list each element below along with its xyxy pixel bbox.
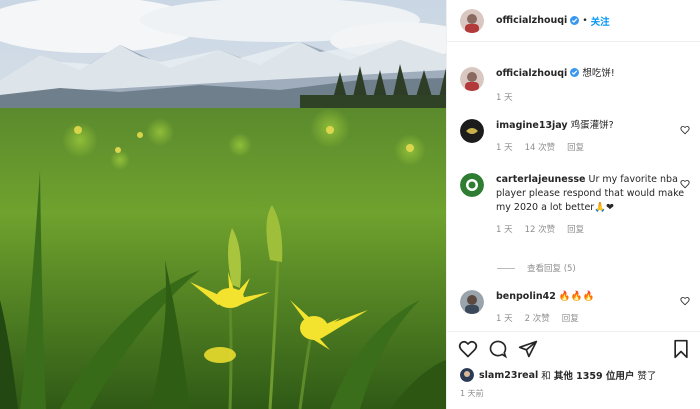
comment-age: 1 天 bbox=[496, 314, 513, 324]
comment-row: imagine13jay 鸡蛋灌饼? 1 天 14 次赞 回复 bbox=[460, 119, 690, 155]
reply-button[interactable]: 回复 bbox=[567, 225, 584, 235]
comment-username[interactable]: imagine13jay bbox=[496, 120, 568, 131]
like-comment-heart-icon[interactable] bbox=[680, 125, 690, 135]
commenter-avatar[interactable] bbox=[460, 290, 484, 314]
like-comment-heart-icon[interactable] bbox=[680, 179, 690, 189]
comment-text: 鸡蛋灌饼? bbox=[570, 120, 614, 131]
post-photo bbox=[0, 0, 446, 409]
author-avatar[interactable] bbox=[460, 8, 484, 33]
commenter-avatar[interactable] bbox=[460, 173, 484, 197]
comment-likes[interactable]: 12 次赞 bbox=[525, 225, 556, 235]
commenter-avatar[interactable] bbox=[460, 119, 484, 143]
caption-age: 1 天 bbox=[496, 93, 513, 103]
comment-icon[interactable] bbox=[488, 339, 508, 359]
heart-icon[interactable] bbox=[458, 339, 478, 359]
post-header: officialzhouqi • 关注 bbox=[447, 0, 700, 42]
caption-row: officialzhouqi 想吃饼! 1 天 bbox=[460, 67, 690, 105]
divider bbox=[497, 267, 515, 269]
comment-age: 1 天 bbox=[496, 143, 513, 153]
comment-row: benpolin42 🔥🔥🔥 1 天 2 次赞 回复 bbox=[460, 290, 690, 326]
post-panel: officialzhouqi • 关注 officialzhouqi 想吃饼! … bbox=[446, 0, 700, 409]
caption-text: 想吃饼! bbox=[582, 68, 615, 79]
reply-button[interactable]: 回复 bbox=[562, 314, 579, 324]
other-likers[interactable]: 其他 1359 位用户 bbox=[554, 368, 635, 382]
post-actions: slam23real 和 其他 1359 位用户 赞了 1 天前 bbox=[447, 331, 700, 409]
like-comment-heart-icon[interactable] bbox=[680, 296, 690, 306]
follow-button[interactable]: 关注 bbox=[591, 14, 610, 28]
likes-summary: slam23real 和 其他 1359 位用户 赞了 bbox=[460, 368, 656, 382]
liker-username[interactable]: slam23real bbox=[479, 370, 538, 381]
author-username[interactable]: officialzhouqi bbox=[496, 15, 567, 26]
verified-badge-icon bbox=[570, 16, 580, 25]
comment-age: 1 天 bbox=[496, 225, 513, 235]
comment-row: carterlajeunesse Ur my favorite nba play… bbox=[460, 173, 690, 237]
bookmark-icon[interactable] bbox=[672, 339, 690, 359]
reply-button[interactable]: 回复 bbox=[567, 143, 584, 153]
comment-likes[interactable]: 2 次赞 bbox=[525, 314, 550, 324]
view-replies-button[interactable]: 查看回复 (5) bbox=[497, 262, 576, 274]
verified-badge-icon bbox=[570, 68, 580, 77]
caption-username[interactable]: officialzhouqi bbox=[496, 68, 567, 79]
comment-username[interactable]: carterlajeunesse bbox=[496, 174, 586, 185]
liker-avatar[interactable] bbox=[460, 368, 474, 382]
comment-username[interactable]: benpolin42 bbox=[496, 291, 556, 302]
share-icon[interactable] bbox=[518, 339, 538, 359]
comment-text: 🔥🔥🔥 bbox=[558, 291, 595, 302]
caption-avatar[interactable] bbox=[460, 67, 484, 91]
comment-likes[interactable]: 14 次赞 bbox=[525, 143, 556, 153]
post-timestamp: 1 天前 bbox=[460, 389, 484, 398]
